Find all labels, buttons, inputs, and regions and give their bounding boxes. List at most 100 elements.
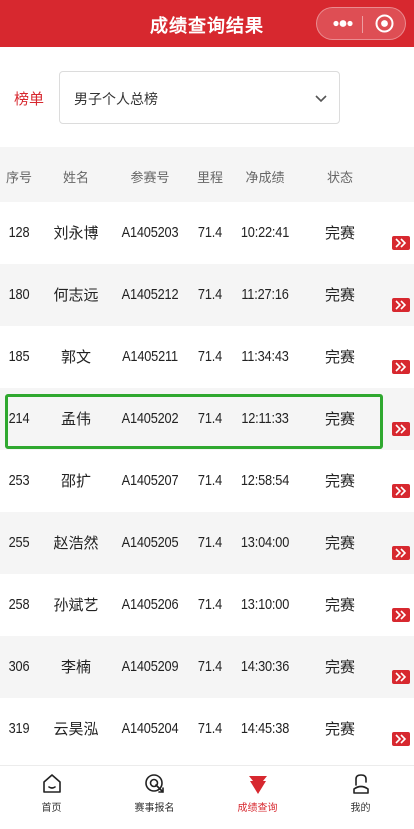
ranking-selected-value: 男子个人总榜 [74, 92, 158, 108]
cell-bib: A1405205 [121, 534, 179, 551]
cell-bib: A1405209 [121, 658, 179, 675]
cell-bib: A1405206 [121, 596, 179, 613]
cell-name: 李楠 [60, 658, 91, 676]
detail-arrow-button[interactable] [392, 670, 410, 684]
cell-no: 258 [8, 596, 30, 613]
cell-status: 完赛 [324, 472, 355, 490]
tab-home[interactable]: 首页 [0, 766, 103, 829]
cell-distance: 71.4 [197, 472, 223, 489]
detail-arrow-button[interactable] [392, 484, 410, 498]
cell-name: 云昊泓 [53, 720, 99, 738]
detail-arrow-button[interactable] [392, 360, 410, 374]
ranking-label: 榜单 [14, 90, 45, 108]
cell-name: 孙斌艺 [53, 596, 99, 614]
header-name: 姓名 [62, 171, 89, 186]
cell-status: 完赛 [324, 720, 355, 738]
results-table: 序号 姓名 参赛号 里程 净成绩 状态 128 刘永博 A1405203 71.4 10… [0, 147, 414, 760]
table-row[interactable]: 306 李楠 A1405209 71.4 14:30:36 完赛 [0, 636, 414, 698]
table-header: 序号 姓名 参赛号 里程 净成绩 状态 [0, 147, 414, 202]
detail-arrow-button[interactable] [392, 298, 410, 312]
cell-distance: 71.4 [197, 286, 223, 303]
cell-status: 完赛 [324, 286, 355, 304]
cell-bib: A1405202 [121, 410, 179, 427]
cell-no: 255 [8, 534, 30, 551]
detail-arrow-button[interactable] [392, 732, 410, 746]
cell-name: 郭文 [60, 348, 91, 366]
cell-no: 214 [8, 410, 30, 427]
cell-distance: 71.4 [197, 720, 223, 737]
cell-name: 赵浩然 [53, 534, 99, 552]
table-row[interactable]: 185 郭文 A1405211 71.4 11:34:43 完赛 [0, 326, 414, 388]
mini-program-capsule [316, 7, 406, 40]
table-row[interactable]: 214 孟伟 A1405202 71.4 12:11:33 完赛 [0, 388, 414, 450]
cell-no: 306 [8, 658, 30, 675]
header-distance: 里程 [196, 171, 223, 186]
header-status: 状态 [326, 171, 353, 186]
tab-profile[interactable]: 我的 [309, 766, 412, 829]
table-row[interactable]: 128 刘永博 A1405203 71.4 10:22:41 完赛 [0, 202, 414, 264]
target-close-icon [375, 14, 394, 33]
double-chevron-right-icon [395, 424, 407, 434]
table-row[interactable]: 258 孙斌艺 A1405206 71.4 13:10:00 完赛 [0, 574, 414, 636]
cell-name: 何志远 [53, 286, 99, 304]
cell-net-time: 12:58:54 [240, 472, 290, 489]
double-chevron-right-icon [395, 300, 407, 310]
cell-net-time: 11:27:16 [241, 286, 289, 303]
cell-no: 185 [8, 348, 30, 365]
close-button[interactable] [364, 8, 405, 39]
cell-bib: A1405203 [121, 224, 179, 241]
cell-distance: 71.4 [197, 348, 223, 365]
home-icon [43, 774, 61, 793]
tab-results-label: 成绩查询 [237, 803, 278, 814]
cell-no: 253 [8, 472, 30, 489]
cell-net-time: 14:45:38 [240, 720, 290, 737]
cell-status: 完赛 [324, 410, 355, 428]
cell-no: 180 [8, 286, 30, 303]
tab-signup[interactable]: 赛事报名 [103, 766, 206, 829]
cell-bib: A1405204 [121, 720, 179, 737]
table-row[interactable]: 253 邵扩 A1405207 71.4 12:58:54 完赛 [0, 450, 414, 512]
cell-status: 完赛 [324, 534, 355, 552]
table-row[interactable]: 180 何志远 A1405212 71.4 11:27:16 完赛 [0, 264, 414, 326]
detail-arrow-button[interactable] [392, 422, 410, 436]
cell-status: 完赛 [324, 348, 355, 366]
double-chevron-right-icon [395, 238, 407, 248]
ranking-select[interactable]: 男子个人总榜 [59, 71, 340, 124]
header-bib: 参赛号 [130, 171, 170, 186]
signup-icon [145, 774, 164, 793]
cell-distance: 71.4 [197, 224, 223, 241]
cell-distance: 71.4 [197, 534, 223, 551]
table-row[interactable]: 319 云昊泓 A1405204 71.4 14:45:38 完赛 [0, 698, 414, 760]
cell-name: 刘永博 [53, 224, 99, 242]
results-icon [249, 776, 267, 794]
header-no: 序号 [5, 171, 32, 186]
cell-no: 319 [8, 720, 30, 737]
detail-arrow-button[interactable] [392, 608, 410, 622]
double-chevron-right-icon [395, 362, 407, 372]
detail-arrow-button[interactable] [392, 546, 410, 560]
cell-status: 完赛 [324, 596, 355, 614]
double-chevron-right-icon [395, 672, 407, 682]
cell-bib: A1405212 [121, 286, 179, 303]
cell-distance: 71.4 [197, 410, 223, 427]
chevron-down-icon [315, 95, 327, 103]
tab-signup-label: 赛事报名 [134, 803, 175, 814]
profile-icon [353, 774, 369, 794]
more-button[interactable] [325, 8, 361, 39]
table-body: 128 刘永博 A1405203 71.4 10:22:41 完赛 180 何志远 A14052… [0, 202, 414, 760]
tab-home-label: 首页 [41, 803, 62, 814]
cell-status: 完赛 [324, 658, 355, 676]
ranking-filter: 榜单 男子个人总榜 [0, 47, 414, 147]
capsule-divider [362, 16, 363, 33]
cell-distance: 71.4 [197, 596, 223, 613]
double-chevron-right-icon [395, 610, 407, 620]
nav-bar: 成绩查询结果 [0, 0, 414, 47]
tab-results[interactable]: 成绩查询 [206, 766, 309, 829]
cell-net-time: 13:10:00 [240, 596, 290, 613]
cell-bib: A1405207 [121, 472, 179, 489]
more-dots-icon [333, 20, 353, 27]
cell-bib: A1405211 [122, 348, 178, 365]
table-row[interactable]: 255 赵浩然 A1405205 71.4 13:04:00 完赛 [0, 512, 414, 574]
double-chevron-right-icon [395, 486, 407, 496]
detail-arrow-button[interactable] [392, 236, 410, 250]
